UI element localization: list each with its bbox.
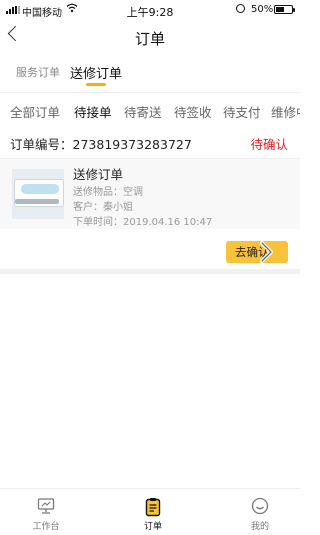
page-title: 订单 (134, 30, 165, 48)
tab-pending-pay[interactable]: 待支付 (223, 102, 261, 121)
tab-repairing[interactable]: 维修中 (271, 102, 300, 121)
repair-item: 送修物品：空调 (73, 187, 143, 198)
tab-pending-ship[interactable]: 待寄送 (124, 102, 162, 121)
air-conditioner-image (12, 169, 64, 219)
bottom-navigation: 工作台 订单 我的 (0, 488, 300, 535)
navigation-bar: 订单 (0, 20, 300, 54)
nav-orders-label: 订单 (143, 522, 162, 532)
order-title: 送修订单 (73, 167, 124, 182)
nav-workbench-label: 工作台 (32, 522, 60, 532)
divider (0, 92, 300, 93)
confirm-button[interactable]: 去确认 (226, 241, 288, 263)
nav-orders[interactable]: 订单 (123, 489, 183, 535)
battery-icon (274, 5, 295, 14)
tab-pending-sign[interactable]: 待签收 (174, 102, 212, 121)
active-tab-indicator (86, 83, 106, 86)
order-type-tabs: 服务订单 送修订单 (0, 56, 300, 90)
tab-service-orders[interactable]: 服务订单 (16, 64, 60, 80)
order-card[interactable]: 订单编号：273819373283727 待确认 送修订单 送修物品：空调 客户… (0, 126, 300, 269)
order-number: 订单编号：273819373283727 (10, 134, 192, 153)
order-number-label: 订单编号： (10, 137, 73, 152)
status-bar: 中国移动 上午9:28 50% (0, 0, 300, 20)
order-status-tabs: 全部订单 待接单 待寄送 待签收 待支付 维修中 (0, 96, 300, 124)
list-separator (0, 269, 300, 274)
order-time: 下单时间：2019.04.16 10:47 (73, 217, 213, 228)
tab-all-orders[interactable]: 全部订单 (10, 102, 60, 121)
alarm-icon (236, 4, 245, 13)
battery-percent: 50% (251, 4, 274, 15)
order-number-value: 273819373283727 (72, 137, 192, 152)
clipboard-icon (145, 498, 161, 517)
smiley-icon (251, 497, 269, 515)
order-status-badge: 待确认 (250, 137, 288, 152)
monitor-icon (37, 498, 55, 514)
tab-repair-orders[interactable]: 送修订单 (70, 63, 123, 86)
nav-profile-label: 我的 (250, 522, 269, 532)
nav-workbench[interactable]: 工作台 (16, 489, 76, 535)
customer-name: 客户：秦小姐 (73, 202, 133, 213)
tab-repair-orders-label: 送修订单 (70, 67, 123, 82)
order-body[interactable]: 送修订单 送修物品：空调 客户：秦小姐 下单时间：2019.04.16 10:4… (0, 159, 300, 229)
nav-profile[interactable]: 我的 (230, 489, 290, 535)
order-header: 订单编号：273819373283727 待确认 (0, 126, 300, 159)
tab-pending-accept[interactable]: 待接单 (74, 102, 112, 121)
chevron-right-icon (260, 241, 273, 263)
